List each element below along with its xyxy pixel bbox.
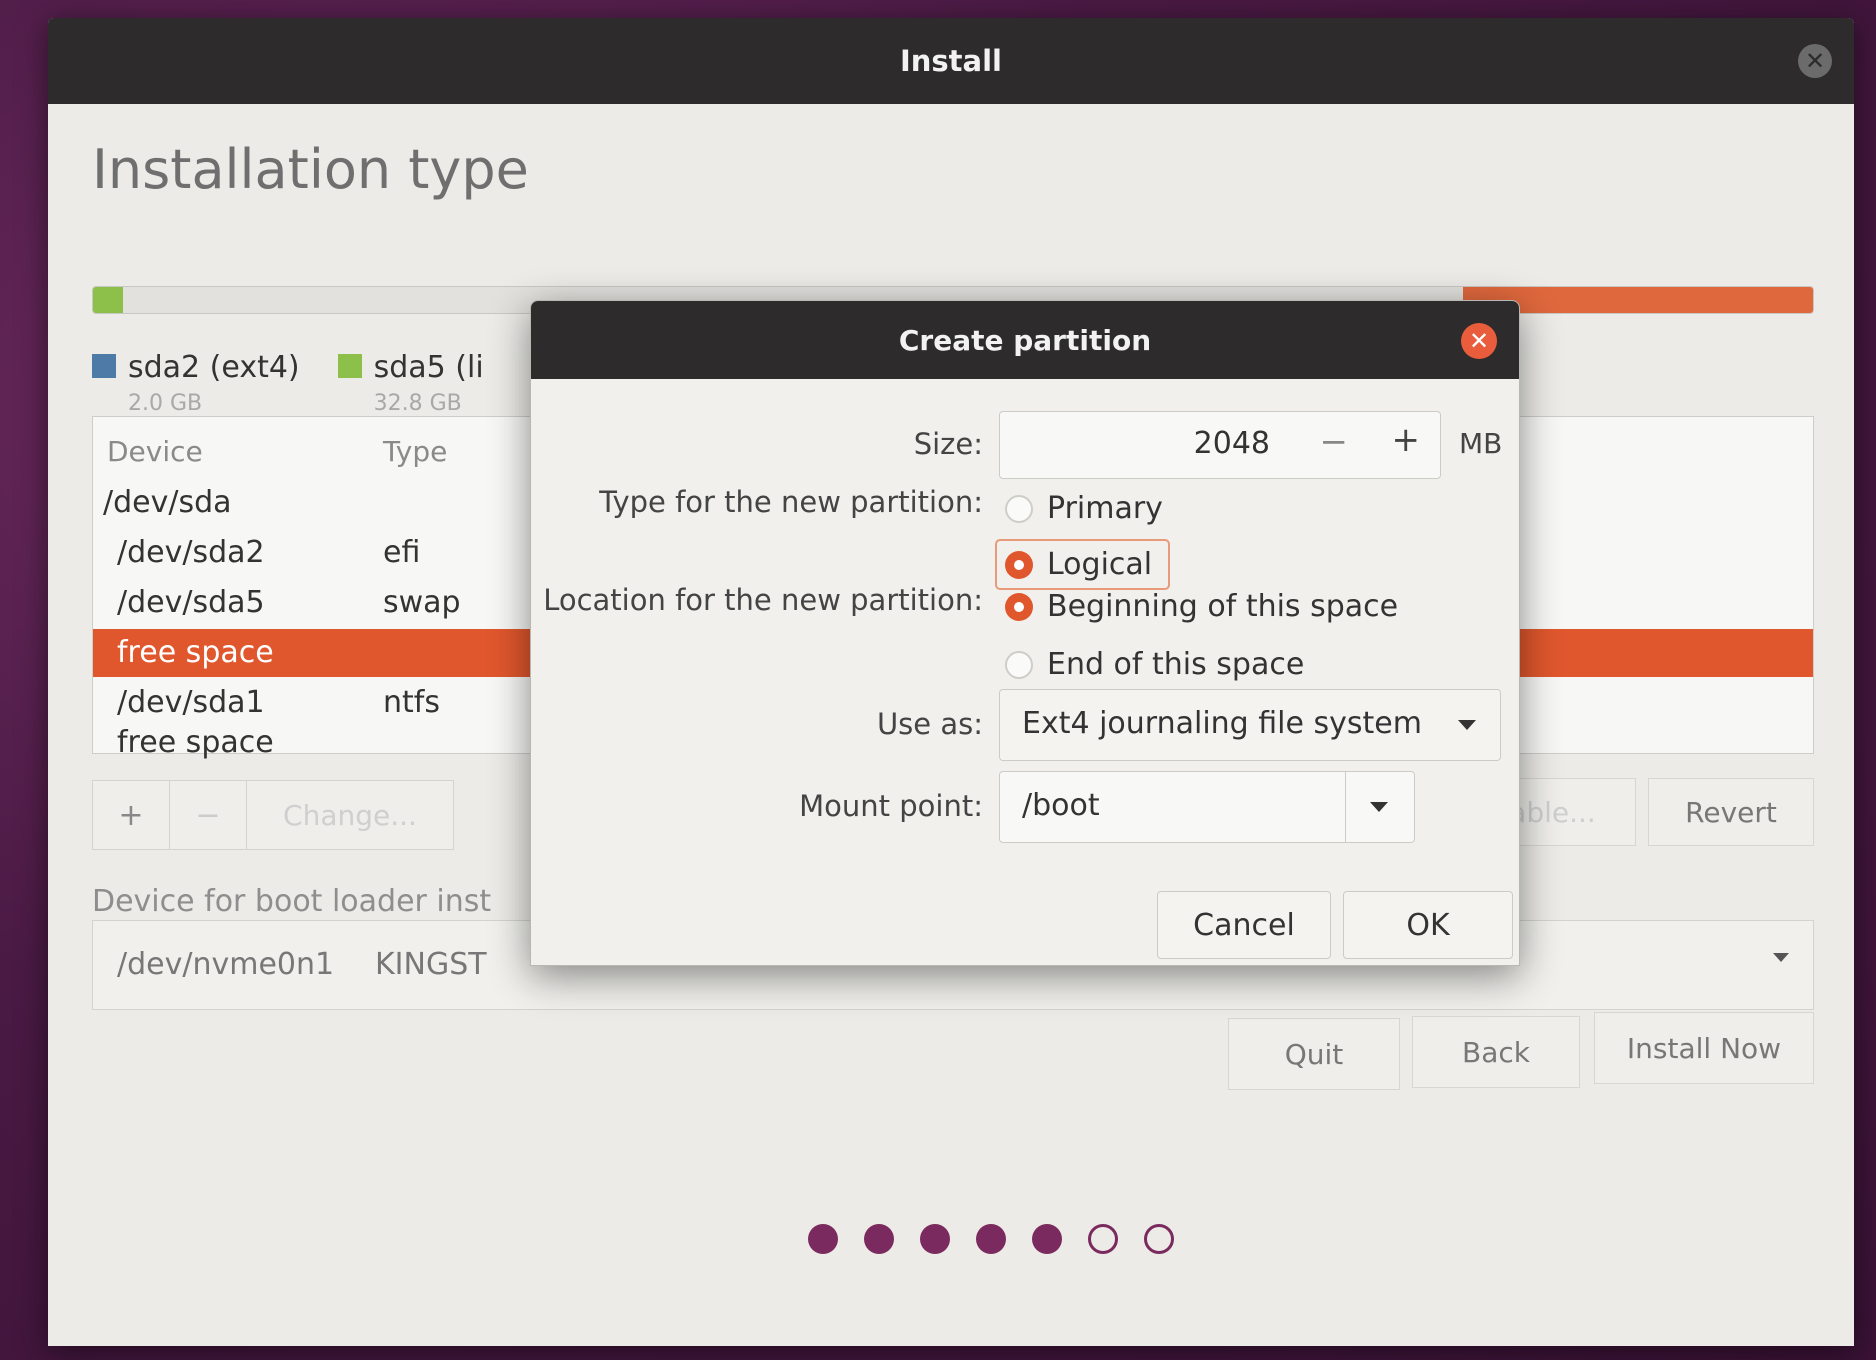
- dialog-title: Create partition: [898, 323, 1152, 357]
- chevron-down-icon: [1773, 953, 1789, 962]
- window-titlebar: Install ✕: [48, 18, 1854, 104]
- size-label: Size:: [913, 427, 983, 461]
- legend-name: sda5 (li: [373, 350, 484, 385]
- focus-ring: Logical: [995, 539, 1171, 590]
- progress-dot: [808, 1224, 838, 1254]
- legend-item: sda2 (ext4) 2.0 GB: [92, 350, 300, 416]
- bootloader-model: KINGST: [375, 947, 487, 982]
- row-device: /dev/sda2: [117, 535, 265, 570]
- row-device: free space: [117, 635, 274, 670]
- bootloader-label: Device for boot loader inst: [92, 884, 492, 919]
- radio-icon: [1005, 650, 1033, 679]
- partition-toolbar: + − Change...: [92, 780, 454, 850]
- quit-button[interactable]: Quit: [1228, 1018, 1400, 1090]
- radio-icon: [1005, 494, 1033, 523]
- mount-point-label: Mount point:: [799, 789, 983, 823]
- row-device: /dev/sda5: [117, 585, 265, 620]
- size-increment-button[interactable]: +: [1392, 420, 1421, 460]
- use-as-value: Ext4 journaling file system: [1022, 706, 1422, 741]
- location-end-radio[interactable]: End of this space: [1005, 647, 1304, 682]
- size-spinbox[interactable]: 2048 − +: [999, 411, 1441, 479]
- size-decrement-button[interactable]: −: [1320, 422, 1349, 462]
- use-as-label: Use as:: [876, 707, 983, 741]
- location-beginning-label: Beginning of this space: [1047, 589, 1399, 624]
- column-header-device[interactable]: Device: [107, 435, 203, 468]
- chevron-down-icon[interactable]: [1370, 802, 1388, 812]
- add-partition-button[interactable]: +: [93, 781, 170, 849]
- row-device: /dev/sda1: [117, 685, 265, 720]
- legend-swatch: [92, 354, 116, 378]
- bootloader-device: /dev/nvme0n1: [117, 947, 335, 982]
- location-label: Location for the new partition:: [543, 583, 983, 617]
- row-device: free space: [117, 725, 274, 760]
- location-beginning-radio[interactable]: Beginning of this space: [1005, 589, 1398, 624]
- ok-button[interactable]: OK: [1343, 891, 1513, 959]
- row-type: ntfs: [383, 685, 440, 720]
- change-partition-button[interactable]: Change...: [247, 781, 453, 849]
- create-partition-dialog: Create partition ✕ Size: 2048 − + MB Typ…: [530, 300, 1520, 966]
- row-device: /dev/sda: [103, 485, 232, 520]
- back-button[interactable]: Back: [1412, 1016, 1580, 1088]
- radio-selected-icon: [1005, 550, 1033, 579]
- progress-dot: [1032, 1224, 1062, 1254]
- mount-point-combobox[interactable]: /boot: [999, 771, 1415, 843]
- revert-button[interactable]: Revert: [1648, 778, 1814, 846]
- radio-selected-icon: [1005, 592, 1033, 621]
- legend-name: sda2 (ext4): [128, 350, 300, 385]
- legend-item: sda5 (li 32.8 GB: [337, 350, 484, 416]
- progress-dot: [864, 1224, 894, 1254]
- column-header-type[interactable]: Type: [383, 435, 447, 468]
- partition-legend: sda2 (ext4) 2.0 GB sda5 (li 32.8 GB: [92, 350, 484, 416]
- legend-size: 2.0 GB: [128, 391, 203, 416]
- size-unit: MB: [1459, 427, 1503, 460]
- dialog-titlebar: Create partition ✕: [531, 301, 1519, 379]
- type-primary-radio[interactable]: Primary: [1005, 491, 1163, 526]
- size-value: 2048: [1193, 426, 1270, 461]
- page-title: Installation type: [92, 138, 529, 201]
- type-label: Type for the new partition:: [599, 485, 983, 519]
- window-close-icon[interactable]: ✕: [1798, 44, 1832, 78]
- cancel-button[interactable]: Cancel: [1157, 891, 1331, 959]
- location-end-label: End of this space: [1047, 647, 1305, 682]
- progress-dot: [1088, 1224, 1118, 1254]
- use-as-select[interactable]: Ext4 journaling file system: [999, 689, 1501, 761]
- window-title: Install: [899, 44, 1002, 78]
- progress-dot: [976, 1224, 1006, 1254]
- install-now-button[interactable]: Install Now: [1594, 1012, 1814, 1084]
- chevron-down-icon: [1458, 720, 1476, 730]
- remove-partition-button[interactable]: −: [170, 781, 247, 849]
- installer-window: Install ✕ Installation type sda2 (ext4) …: [48, 18, 1854, 1346]
- legend-size: 32.8 GB: [373, 391, 462, 416]
- mount-point-value: /boot: [1022, 788, 1100, 823]
- dialog-close-icon[interactable]: ✕: [1461, 323, 1497, 359]
- usage-segment-sda5: [93, 287, 123, 313]
- progress-dot: [920, 1224, 950, 1254]
- progress-dot: [1144, 1224, 1174, 1254]
- combobox-separator: [1345, 772, 1346, 842]
- legend-swatch: [337, 354, 362, 378]
- row-type: efi: [383, 535, 421, 570]
- type-primary-label: Primary: [1047, 491, 1163, 526]
- type-logical-label: Logical: [1047, 547, 1153, 582]
- progress-dots: [808, 1224, 1174, 1254]
- row-type: swap: [383, 585, 461, 620]
- type-logical-radio[interactable]: Logical: [995, 539, 1171, 590]
